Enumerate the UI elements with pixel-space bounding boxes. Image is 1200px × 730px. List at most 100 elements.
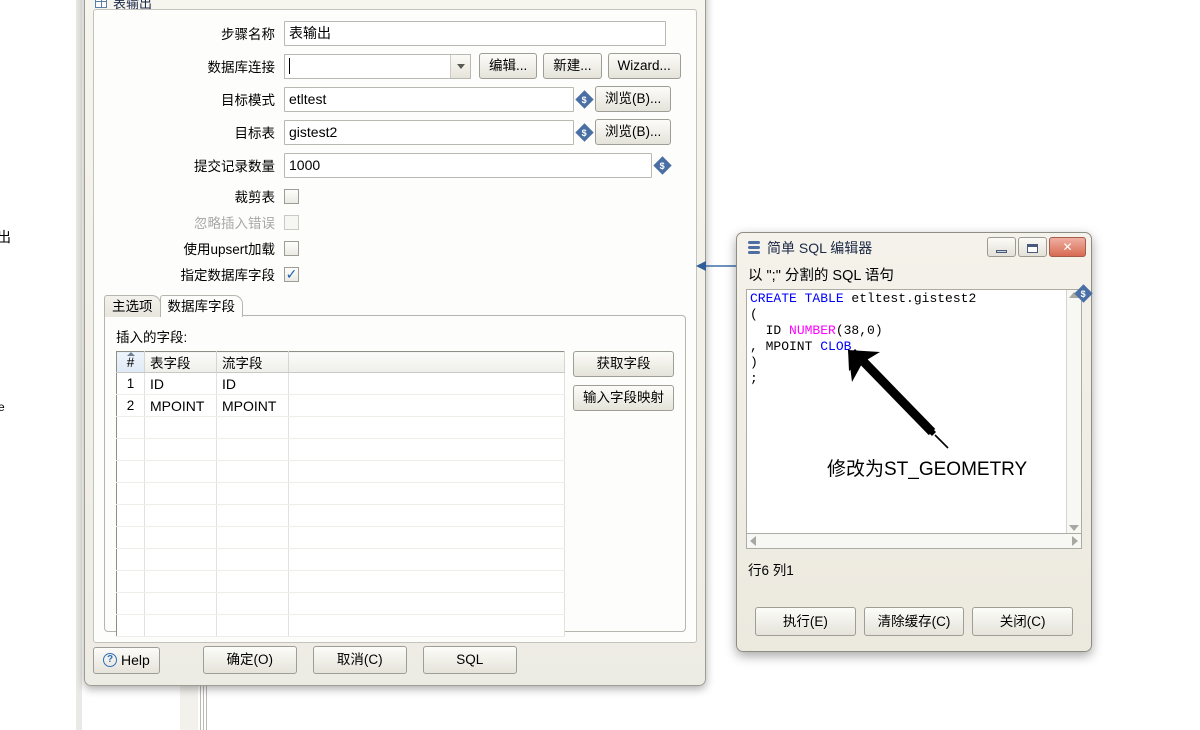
cancel-button[interactable]: 取消(C) (312, 646, 407, 674)
ok-button[interactable]: 确定(O) (202, 646, 297, 674)
sql-token: ) (750, 355, 758, 370)
simple-sql-editor-dialog: 简单 SQL 编辑器 ✕ 以 ";" 分割的 SQL 语句 CREATE TAB… (736, 232, 1093, 652)
ignore-insert-errors-checkbox (284, 214, 299, 230)
cell-spacer (288, 394, 565, 417)
variable-marker-icon: $ (653, 155, 672, 175)
target-schema-input[interactable] (284, 86, 574, 112)
field-row-target-table: 目标表 $ 浏览(B)... (94, 118, 696, 146)
tab-database-fields[interactable]: 数据库字段 (159, 295, 243, 317)
column-header-spacer (288, 351, 565, 373)
sql-minimize-button[interactable] (987, 237, 1016, 257)
variable-marker-icon: $ (575, 89, 594, 109)
wizard-button[interactable]: Wizard... (607, 53, 681, 79)
tab-main-options[interactable]: 主选项 (104, 295, 161, 317)
label-commit-size: 提交记录数量 (194, 159, 275, 174)
footer-action-buttons: 确定(O) 取消(C) SQL (202, 646, 517, 674)
table-row-empty[interactable] (116, 614, 565, 637)
sql-button[interactable]: SQL (422, 646, 517, 674)
database-icon (748, 240, 760, 256)
specify-db-fields-checkbox[interactable] (284, 266, 299, 282)
background-glyph-left-1: 出 (0, 229, 11, 245)
target-table-input[interactable] (284, 119, 574, 145)
tabstrip: 主选项 数据库字段 (104, 293, 686, 317)
grid-side-buttons: 获取字段 输入字段映射 (573, 351, 674, 411)
truncate-table-checkbox[interactable] (284, 188, 299, 204)
sql-token: ID (750, 323, 790, 338)
insert-fields-table[interactable]: # 表字段 流字段 1 ID ID 2 MPOINT MPOINT (116, 351, 565, 637)
sql-token: CREATE TABLE (750, 291, 844, 306)
sql-token: , MPOINT (750, 339, 821, 354)
get-fields-button[interactable]: 获取字段 (573, 351, 674, 377)
sql-code-text[interactable]: CREATE TABLE etltest.gistest2 ( ID NUMBE… (747, 290, 1066, 533)
cell-table-field[interactable]: MPOINT (144, 394, 217, 417)
new-connection-button[interactable]: 新建... (543, 53, 602, 79)
scroll-down-icon[interactable] (1069, 525, 1079, 531)
field-mapping-button[interactable]: 输入字段映射 (573, 385, 674, 411)
cell-spacer (288, 372, 565, 395)
cell-table-field[interactable]: ID (144, 372, 217, 395)
column-header-table-field[interactable]: 表字段 (144, 351, 217, 373)
table-row-empty[interactable] (116, 570, 565, 593)
checkbox-row-upsert: 使用upsert加载 (94, 236, 696, 260)
browse-schema-button[interactable]: 浏览(B)... (595, 86, 672, 112)
label-truncate-table: 裁剪表 (234, 190, 276, 205)
clear-cache-button[interactable]: 清除缓存(C) (863, 607, 965, 636)
commit-size-input[interactable] (284, 152, 652, 178)
table-header-row: # 表字段 流字段 (116, 351, 565, 373)
help-button[interactable]: ? Help (93, 646, 160, 674)
browse-table-button[interactable]: 浏览(B)... (595, 119, 672, 145)
insert-fields-label: 插入的字段: (116, 330, 188, 345)
execute-button[interactable]: 执行(E) (755, 607, 856, 636)
scroll-left-icon[interactable] (750, 536, 756, 546)
label-db-connection: 数据库连接 (207, 60, 276, 75)
edit-connection-button[interactable]: 编辑... (479, 53, 538, 79)
table-row-empty[interactable] (116, 416, 565, 439)
tabpanel-database-fields: 插入的字段: # 表字段 流字段 1 ID ID 2 MPOINT MPOINT… (104, 315, 686, 637)
sort-ascending-icon (126, 352, 135, 356)
text-cursor (289, 58, 290, 74)
insert-fields-table-body: 1 ID ID 2 MPOINT MPOINT (116, 372, 565, 637)
sql-dialog-footer: 执行(E) 清除缓存(C) 关闭(C) (755, 607, 1074, 636)
label-use-upsert: 使用upsert加载 (183, 242, 275, 257)
table-output-dialog: 表输出 步骤名称 数据库连接 编辑... 新建... Wizard... 目标模… (84, 0, 706, 686)
background-glyph-left-2: e (0, 400, 5, 414)
sql-dialog-titlebar[interactable]: 简单 SQL 编辑器 ✕ (737, 233, 1091, 263)
column-header-index[interactable]: # (116, 351, 145, 373)
step-name-input[interactable] (284, 20, 666, 46)
column-header-stream-field[interactable]: 流字段 (216, 351, 289, 373)
sql-dialog-title: 简单 SQL 编辑器 (767, 240, 873, 256)
cell-stream-field[interactable]: MPOINT (216, 394, 289, 417)
sql-close-button[interactable]: ✕ (1049, 237, 1086, 257)
sql-horizontal-scrollbar[interactable] (746, 534, 1082, 549)
db-connection-combo[interactable] (284, 53, 471, 79)
table-row-empty[interactable] (116, 592, 565, 615)
main-dialog-body: 步骤名称 数据库连接 编辑... 新建... Wizard... 目标模式 $ … (93, 9, 697, 643)
sql-dialog-body: 以 ";" 分割的 SQL 语句 CREATE TABLE etltest.gi… (746, 264, 1093, 643)
label-target-table: 目标表 (234, 126, 276, 141)
use-upsert-checkbox[interactable] (284, 240, 299, 256)
scroll-right-icon[interactable] (1072, 536, 1078, 546)
sql-maximize-button[interactable] (1018, 237, 1047, 257)
tab-area: 主选项 数据库字段 插入的字段: # 表字段 流字段 1 ID ID 2 MPO… (104, 293, 686, 637)
table-row-empty[interactable] (116, 526, 565, 549)
field-row-db-connection: 数据库连接 编辑... 新建... Wizard... (94, 52, 696, 80)
table-row-empty[interactable] (116, 548, 565, 571)
label-ignore-insert-errors: 忽略插入错误 (194, 216, 275, 231)
cell-index: 1 (116, 372, 145, 395)
table-row[interactable]: 2 MPOINT MPOINT (116, 394, 565, 417)
chevron-down-icon[interactable] (450, 54, 470, 78)
dialog-link-arrow-icon (696, 261, 740, 271)
cell-stream-field[interactable]: ID (216, 372, 289, 395)
table-row-empty[interactable] (116, 482, 565, 505)
cell-index: 2 (116, 394, 145, 417)
field-row-step-name: 步骤名称 (94, 19, 696, 47)
table-row-empty[interactable] (116, 460, 565, 483)
table-row-empty[interactable] (116, 504, 565, 527)
table-row[interactable]: 1 ID ID (116, 372, 565, 395)
field-row-commit-size: 提交记录数量 $ (94, 151, 696, 179)
close-button[interactable]: 关闭(C) (972, 607, 1074, 636)
main-dialog-footer: ? Help 确定(O) 取消(C) SQL (93, 643, 697, 677)
sql-token: (38,0) (835, 323, 883, 338)
sql-vertical-scrollbar[interactable] (1066, 290, 1081, 533)
table-row-empty[interactable] (116, 438, 565, 461)
